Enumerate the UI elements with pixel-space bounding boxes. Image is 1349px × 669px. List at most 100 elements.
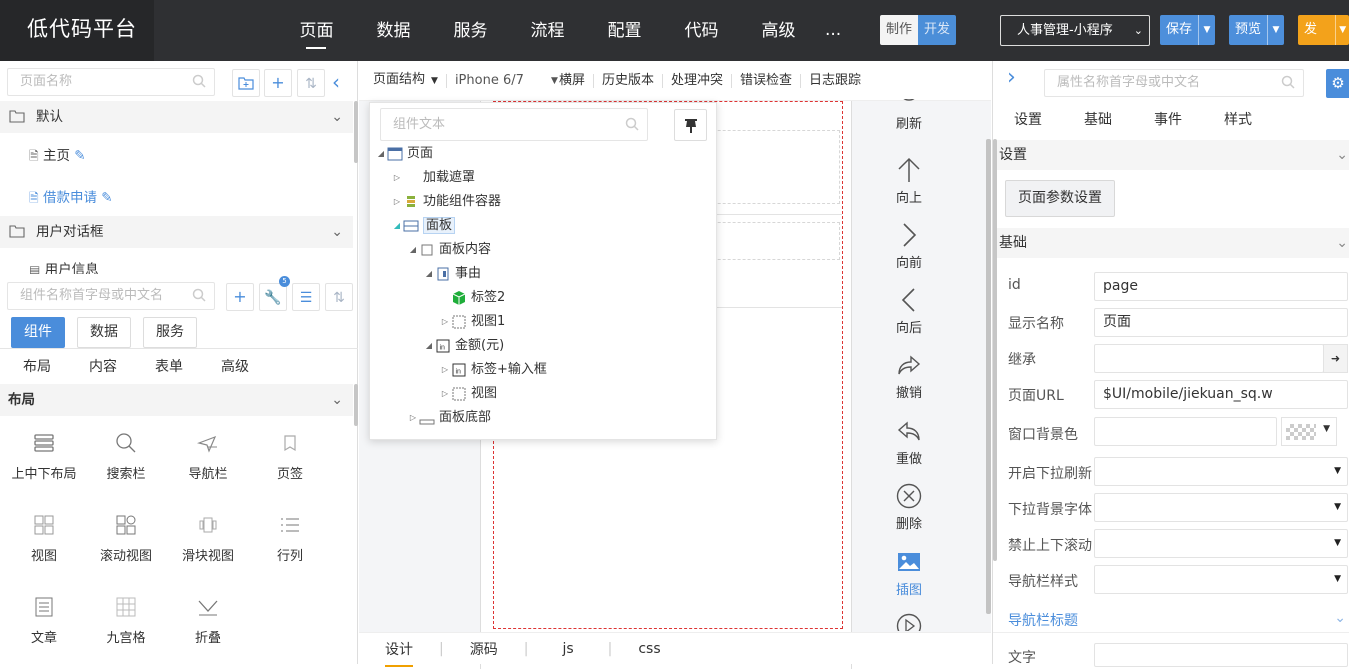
group-user-dialog[interactable]: 用户对话框 ⌄ xyxy=(0,216,353,248)
page-item-userinfo[interactable]: ▤ 用户信息 xyxy=(29,258,99,274)
edit-icon[interactable]: ✎ xyxy=(74,148,85,164)
tree-node-reason[interactable]: ◢ 事由 xyxy=(423,264,481,284)
prop-display-name-input[interactable]: 页面 xyxy=(1094,308,1348,337)
nav-service[interactable]: 服务 xyxy=(432,0,509,61)
tree-node-page[interactable]: ◢ 页面 xyxy=(375,144,433,164)
component-grid[interactable]: 九宫格 xyxy=(85,595,167,646)
log-trace-button[interactable]: 日志跟踪 xyxy=(803,61,867,101)
publish-dropdown-icon[interactable]: ▼ xyxy=(1335,15,1349,45)
structure-dropdown[interactable]: 页面结构 ▼ xyxy=(359,60,444,101)
page-search-input[interactable]: 页面名称 xyxy=(7,68,215,96)
section-layout[interactable]: 布局 ⌄ xyxy=(0,384,353,416)
tab-settings[interactable]: 设置 xyxy=(993,105,1063,135)
pin-button[interactable] xyxy=(674,109,707,141)
component-searchbar[interactable]: 搜索栏 xyxy=(85,431,167,482)
back-action[interactable]: 向后 xyxy=(877,287,941,336)
list-order-button[interactable]: ☰ xyxy=(292,283,320,311)
property-search-input[interactable]: 属性名称首字母或中文名 xyxy=(1044,69,1304,97)
prop-id-input[interactable]: page xyxy=(1094,272,1348,301)
tree-node-view1[interactable]: ▷ 视图1 xyxy=(439,312,505,332)
component-article[interactable]: 文章 xyxy=(3,595,85,646)
tab-services[interactable]: 服务 xyxy=(143,317,197,348)
resolve-conflict-button[interactable]: 处理冲突 xyxy=(665,61,729,101)
chevron-right-icon[interactable]: › xyxy=(1007,65,1016,90)
component-tabs-item[interactable]: 页签 xyxy=(249,431,331,482)
nav-config[interactable]: 配置 xyxy=(586,0,663,61)
collapse-left-icon[interactable]: ‹ xyxy=(332,69,348,97)
nav-code[interactable]: 代码 xyxy=(663,0,740,61)
edit-icon[interactable]: ✎ xyxy=(101,190,112,206)
prop-inherit-input[interactable] xyxy=(1094,344,1324,373)
tab-style[interactable]: 样式 xyxy=(1203,105,1273,135)
tab-basic[interactable]: 基础 xyxy=(1063,105,1133,135)
nav-flow[interactable]: 流程 xyxy=(509,0,586,61)
landscape-button[interactable]: 横屏 xyxy=(553,61,591,101)
delete-action[interactable]: 删除 xyxy=(877,483,941,532)
tree-node-label2[interactable]: 标签2 xyxy=(439,288,505,308)
settings-button[interactable]: ⚙ xyxy=(1326,69,1349,98)
refresh-action[interactable]: 刷新 xyxy=(877,99,941,139)
tab-data[interactable]: 数据 xyxy=(77,317,131,348)
move-up-action[interactable]: 向上 xyxy=(877,157,941,206)
tree-node-loading-mask[interactable]: ▷ 加载遮罩 xyxy=(391,168,475,188)
tab-css[interactable]: css xyxy=(612,641,686,657)
save-dropdown-icon[interactable]: ▼ xyxy=(1198,15,1215,45)
device-select[interactable]: iPhone 6/7 ▼ xyxy=(449,61,558,101)
color-picker[interactable]: ▼ xyxy=(1281,417,1337,446)
undo-action[interactable]: 撤销 xyxy=(877,352,941,401)
save-button[interactable]: 保存 xyxy=(1160,15,1198,45)
subtab-layout[interactable]: 布局 xyxy=(4,357,70,377)
component-search-input[interactable]: 组件名称首字母或中文名 xyxy=(7,282,215,310)
tab-components[interactable]: 组件 xyxy=(11,317,65,348)
add-component-button[interactable]: + xyxy=(226,283,254,311)
tree-node-panel-content[interactable]: ◢ 面板内容 xyxy=(407,240,491,260)
tab-events[interactable]: 事件 xyxy=(1133,105,1203,135)
subtab-form[interactable]: 表单 xyxy=(136,357,202,377)
page-list-scrollbar[interactable] xyxy=(354,101,358,163)
component-navbar[interactable]: 导航栏 xyxy=(167,431,249,482)
publish-button[interactable]: 发布 xyxy=(1298,15,1335,45)
tree-node-panel-bottom[interactable]: ▷ 面板底部 xyxy=(407,408,491,428)
component-view[interactable]: 视图 xyxy=(3,513,85,564)
component-top-mid-bottom[interactable]: 上中下布局 xyxy=(3,431,85,482)
tree-node-function-container[interactable]: ▷ 功能组件容器 xyxy=(391,192,501,212)
subtab-advanced[interactable]: 高级 xyxy=(202,357,268,377)
group-default[interactable]: 默认 ⌄ xyxy=(0,101,353,133)
tab-js[interactable]: js xyxy=(528,641,607,657)
prop-navbar-style-select[interactable]: ▼ xyxy=(1094,565,1348,594)
sort-button[interactable]: ⇅ xyxy=(297,69,325,97)
page-params-button[interactable]: 页面参数设置 xyxy=(1005,180,1115,217)
subtab-content[interactable]: 内容 xyxy=(70,357,136,377)
prop-pull-font-select[interactable]: ▼ xyxy=(1094,493,1348,522)
tree-node-label-input[interactable]: ▷ in 标签+输入框 xyxy=(439,360,547,380)
prop-text-input[interactable] xyxy=(1094,643,1348,667)
play-action[interactable] xyxy=(877,613,941,631)
tree-node-panel[interactable]: ◢ 面板 xyxy=(391,216,456,236)
component-scrollbar[interactable] xyxy=(354,384,358,426)
prop-bgcolor-input[interactable] xyxy=(1094,417,1277,446)
prop-url-input[interactable]: $UI/mobile/jiekuan_sq.w xyxy=(1094,380,1348,409)
component-slider-view[interactable]: 滑块视图 xyxy=(167,513,249,564)
add-page-button[interactable]: + xyxy=(264,69,292,97)
sort-button[interactable]: ⇅ xyxy=(325,283,353,311)
component-row-col[interactable]: 行列 xyxy=(249,513,331,564)
tab-source[interactable]: 源码 xyxy=(444,639,524,659)
tree-node-view[interactable]: ▷ 视图 xyxy=(439,384,497,404)
component-collapse[interactable]: 折叠 xyxy=(167,595,249,646)
forward-action[interactable]: 向前 xyxy=(877,222,941,271)
mode-dev-button[interactable]: 开发 xyxy=(918,15,957,45)
preview-button[interactable]: 预览 xyxy=(1229,15,1267,45)
new-folder-button[interactable] xyxy=(232,69,260,97)
section-navbar-title[interactable]: 导航栏标题 ⌄ xyxy=(1008,610,1348,630)
nav-more-button[interactable]: ... xyxy=(817,0,857,61)
mode-make-button[interactable]: 制作 xyxy=(880,15,919,45)
app-select[interactable]: 人事管理-小程序 ⌄ xyxy=(1000,15,1150,46)
section-basic[interactable]: 基础 ⌄ xyxy=(993,228,1349,258)
nav-data[interactable]: 数据 xyxy=(355,0,432,61)
section-settings[interactable]: 设置 ⌄ xyxy=(993,140,1349,170)
tree-node-amount[interactable]: ◢ in 金额(元) xyxy=(423,336,504,356)
history-button[interactable]: 历史版本 xyxy=(596,61,660,101)
inherit-picker-button[interactable]: ➜ xyxy=(1323,344,1348,373)
nav-advanced[interactable]: 高级 xyxy=(740,0,817,61)
error-check-button[interactable]: 错误检查 xyxy=(734,61,798,101)
